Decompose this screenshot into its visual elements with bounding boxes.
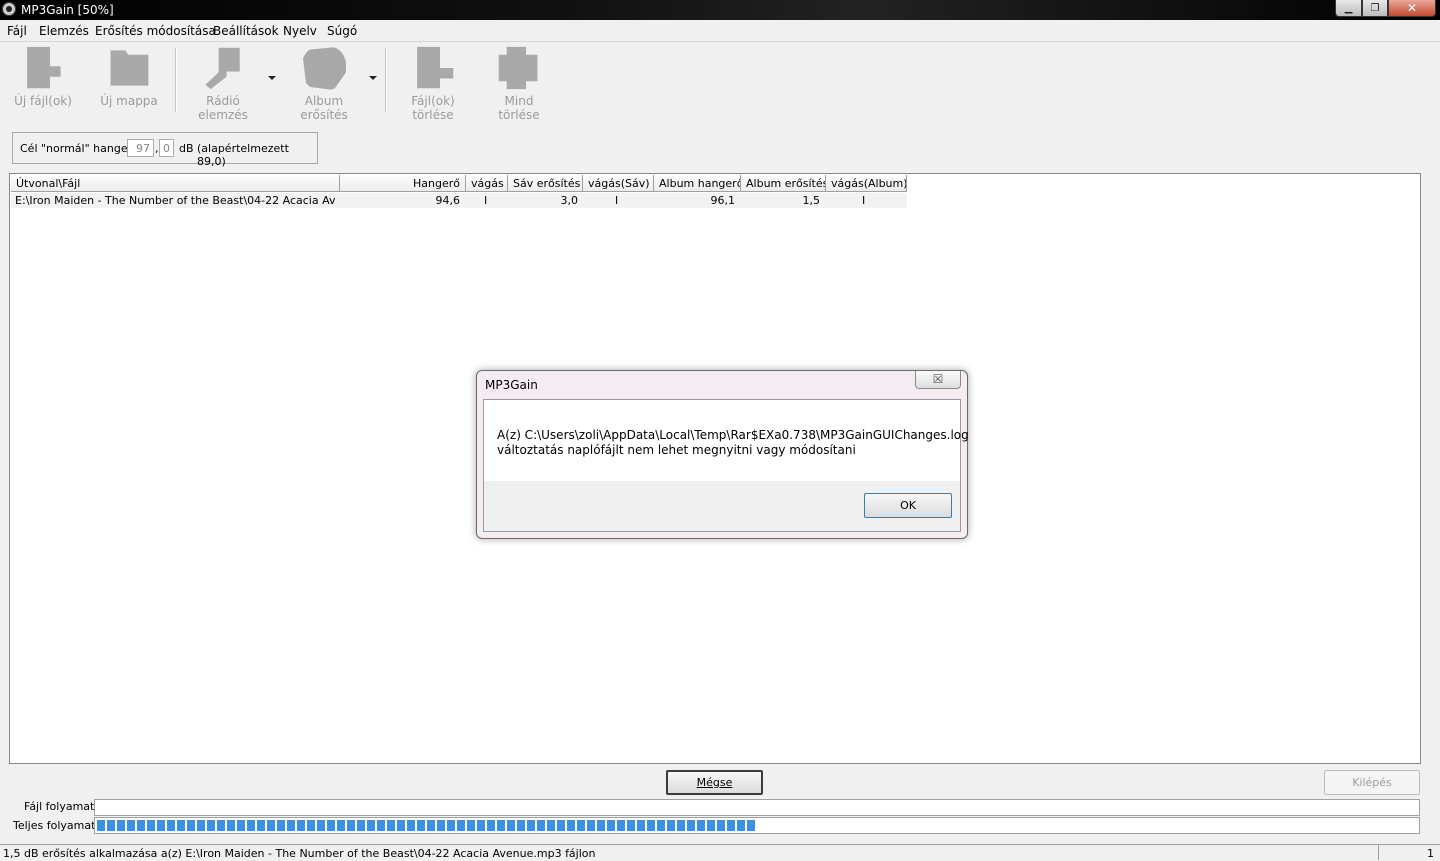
toolbar-separator bbox=[175, 48, 177, 112]
file-progress-label: Fájl folyamat bbox=[24, 800, 95, 813]
radio-analysis-label: Rádió elemzés bbox=[198, 94, 248, 122]
clear-all-icon bbox=[498, 46, 538, 90]
album-gain-icon bbox=[302, 46, 346, 90]
total-progress-label: Teljes folyamat bbox=[13, 819, 96, 832]
menu-options[interactable]: Beállítások bbox=[213, 24, 279, 38]
exit-button-label: Kilépés bbox=[1352, 776, 1392, 789]
error-dialog: MP3Gain ☒ A(z) C:\Users\zoli\AppData\Loc… bbox=[476, 370, 969, 539]
close-icon: ☒ bbox=[932, 372, 944, 386]
add-file-icon bbox=[27, 46, 61, 89]
file-progress-bar bbox=[94, 799, 1420, 816]
dialog-close-button[interactable]: ☒ bbox=[915, 371, 961, 389]
radio-analysis-button[interactable]: Rádió elemzés bbox=[182, 46, 264, 122]
folder-icon bbox=[110, 50, 149, 86]
dialog-title: MP3Gain bbox=[485, 378, 538, 392]
target-volume-label: Cél "normál" hangerő: bbox=[20, 142, 143, 155]
add-folder-button[interactable]: Új mappa bbox=[100, 46, 158, 108]
app-icon[interactable] bbox=[2, 2, 16, 16]
status-bar: 1,5 dB erősítés alkalmazása a(z) E:\Iron… bbox=[0, 844, 1440, 861]
dialog-message: A(z) C:\Users\zoli\AppData\Local\Temp\Ra… bbox=[497, 428, 969, 458]
db-unit-label: dB bbox=[179, 142, 194, 155]
target-volume-group: Cél "normál" hangerő: , dB (alapértelmez… bbox=[12, 132, 318, 168]
album-gain-dropdown-icon[interactable] bbox=[369, 76, 377, 80]
album-gain-button[interactable]: Album erősítés bbox=[282, 46, 366, 122]
column-header-volume[interactable]: Hangerő bbox=[340, 175, 466, 192]
column-header-clipping[interactable]: vágás bbox=[466, 175, 508, 192]
clear-all-button[interactable]: Mind törlése bbox=[484, 46, 554, 122]
dialog-message-line-2: változtatás naplófájlt nem lehet megnyit… bbox=[497, 443, 856, 457]
table-row[interactable]: E:\Iron Maiden - The Number of the Beast… bbox=[11, 193, 907, 208]
column-header-path[interactable]: Útvonal\Fájl bbox=[11, 175, 340, 192]
magnifier-icon bbox=[205, 47, 240, 90]
add-folder-label: Új mappa bbox=[100, 94, 158, 108]
cell-track-gain: 3,0 bbox=[560, 194, 579, 207]
window-title: MP3Gain [50%] bbox=[21, 3, 114, 17]
dialog-footer: OK bbox=[484, 481, 960, 531]
decimal-separator: , bbox=[155, 142, 159, 155]
menu-file[interactable]: Fájl bbox=[7, 24, 27, 38]
dialog-message-line-1: A(z) C:\Users\zoli\AppData\Local\Temp\Ra… bbox=[497, 428, 969, 442]
title-bar: MP3Gain [50%] ▁ ❐ ✕ bbox=[0, 0, 1440, 20]
cell-volume: 94,6 bbox=[435, 194, 461, 207]
target-volume-integer-input[interactable] bbox=[127, 139, 154, 157]
exit-button[interactable]: Kilépés bbox=[1324, 770, 1420, 795]
default-volume-note: (alapértelmezett 89,0) bbox=[197, 142, 289, 168]
cell-album-volume: 96,1 bbox=[710, 194, 736, 207]
radio-analysis-dropdown-icon[interactable] bbox=[268, 76, 276, 80]
column-header-album-gain[interactable]: Album erősítés bbox=[741, 175, 826, 192]
menu-language[interactable]: Nyelv bbox=[283, 24, 317, 38]
clear-files-label: Fájl(ok) törlése bbox=[411, 94, 455, 122]
clear-files-button[interactable]: Fájl(ok) törlése bbox=[392, 46, 474, 122]
add-files-button[interactable]: Új fájl(ok) bbox=[14, 46, 72, 108]
column-header-track-gain[interactable]: Sáv erősítés bbox=[508, 175, 583, 192]
clear-all-label: Mind törlése bbox=[498, 94, 540, 122]
ok-button[interactable]: OK bbox=[864, 493, 952, 518]
dialog-body: A(z) C:\Users\zoli\AppData\Local\Temp\Ra… bbox=[483, 399, 969, 532]
total-progress-bar bbox=[94, 817, 1420, 834]
column-header-track-clipping[interactable]: vágás(Sáv) bbox=[583, 175, 654, 192]
total-progress-fill bbox=[97, 820, 757, 831]
album-gain-label: Album erősítés bbox=[300, 94, 348, 122]
menu-help[interactable]: Súgó bbox=[327, 24, 357, 38]
status-file-count: 1 bbox=[1378, 845, 1434, 860]
toolbar-separator bbox=[385, 48, 387, 112]
target-volume-decimal-input[interactable] bbox=[159, 139, 174, 157]
cell-album-clipping: I bbox=[862, 194, 866, 207]
close-button[interactable]: ✕ bbox=[1388, 0, 1436, 17]
maximize-button[interactable]: ❐ bbox=[1362, 0, 1388, 17]
remove-file-icon bbox=[417, 46, 454, 89]
menu-modify-gain[interactable]: Erősítés módosítása bbox=[95, 24, 216, 38]
cancel-button[interactable]: Mégse bbox=[666, 770, 763, 795]
cell-clipping: I bbox=[484, 194, 488, 207]
cell-track-clipping: I bbox=[615, 194, 619, 207]
column-header-album-volume[interactable]: Album hangerő bbox=[654, 175, 741, 192]
toolbar: Új fájl(ok) Új mappa Rádió elemzés Album… bbox=[0, 42, 1440, 122]
minimize-button[interactable]: ▁ bbox=[1335, 0, 1362, 17]
menu-bar: Fájl Elemzés Erősítés módosítása Beállít… bbox=[0, 21, 1440, 42]
column-header-album-clipping[interactable]: vágás(Album) bbox=[826, 175, 907, 192]
cancel-button-label: Mégse bbox=[696, 776, 733, 789]
cell-album-gain: 1,5 bbox=[802, 194, 821, 207]
add-files-label: Új fájl(ok) bbox=[14, 94, 72, 108]
cell-path: E:\Iron Maiden - The Number of the Beast… bbox=[15, 194, 335, 207]
menu-analysis[interactable]: Elemzés bbox=[39, 24, 89, 38]
window-controls: ▁ ❐ ✕ bbox=[1335, 0, 1436, 18]
status-message: 1,5 dB erősítés alkalmazása a(z) E:\Iron… bbox=[3, 847, 596, 860]
ok-button-label: OK bbox=[900, 499, 916, 512]
